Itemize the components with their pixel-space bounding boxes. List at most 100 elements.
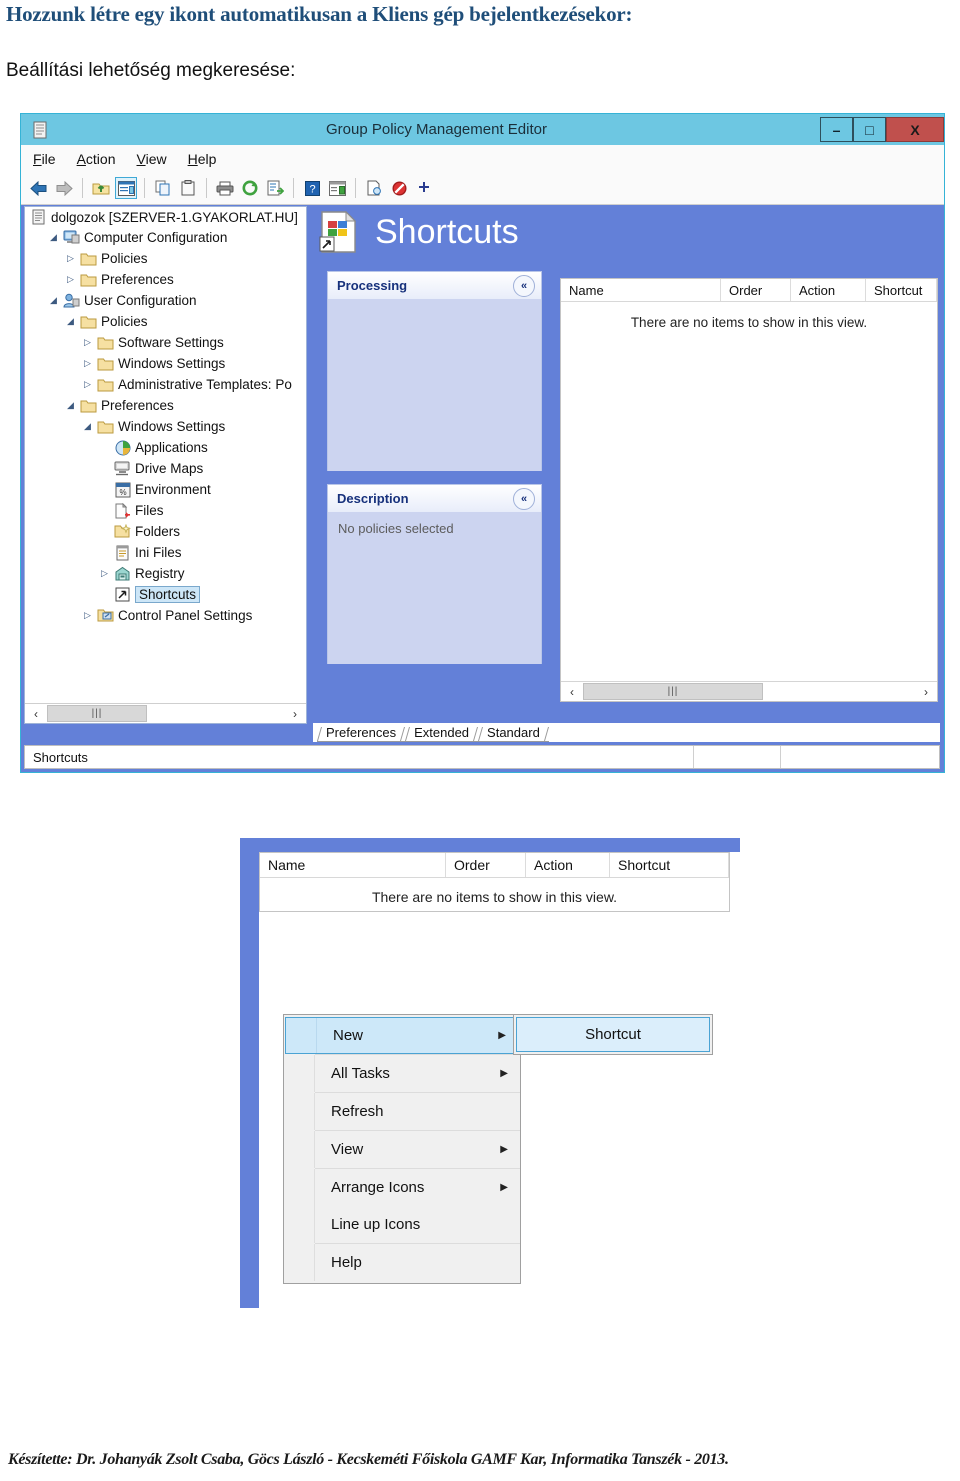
scroll-track[interactable]: ||| (47, 704, 284, 723)
tree-node-computer-configuration[interactable]: ◢ Computer Configuration (25, 227, 306, 248)
maximize-button[interactable]: □ (853, 117, 886, 142)
console-tree-pane[interactable]: dolgozok [SZERVER-1.GYAKORLAT.HU] ◢ Compu… (24, 206, 307, 724)
tree-node-drive-maps[interactable]: Drive Maps (25, 458, 306, 479)
copy-icon[interactable] (152, 177, 174, 199)
context-menu-item-line-up-icons[interactable]: Line up Icons (284, 1206, 520, 1243)
shortcuts-list-view[interactable]: Name Order Action Shortcut There are no … (560, 278, 938, 702)
tree-expander-icon[interactable]: ◢ (65, 400, 76, 411)
tree-node-label: Computer Configuration (84, 230, 228, 245)
tree-node-control-panel-settings[interactable]: ▷ Control Panel Settings (25, 605, 306, 626)
scroll-thumb[interactable]: ||| (583, 683, 763, 700)
tree-expander-icon[interactable]: ▷ (65, 274, 76, 285)
menu-help[interactable]: Help (188, 151, 217, 167)
submenu-item-shortcut[interactable]: Shortcut (516, 1017, 710, 1052)
tree-expander-icon[interactable]: ▷ (82, 610, 93, 621)
column-header-name[interactable]: Name (260, 853, 446, 877)
tree-root-node[interactable]: dolgozok [SZERVER-1.GYAKORLAT.HU] (25, 207, 306, 227)
add-icon[interactable] (413, 177, 435, 199)
list-horizontal-scrollbar[interactable]: ‹ ||| › (561, 681, 937, 701)
scroll-track[interactable]: ||| (583, 682, 915, 701)
tree-expander-icon[interactable]: ◢ (48, 295, 59, 306)
tree-expander-icon[interactable]: ▷ (99, 568, 110, 579)
menu-view[interactable]: View (137, 151, 167, 167)
scroll-left-arrow[interactable]: ‹ (561, 682, 583, 701)
context-menu-item-arrange-icons[interactable]: Arrange Icons ▶ (284, 1169, 520, 1206)
print-icon[interactable] (214, 177, 236, 199)
scroll-left-arrow[interactable]: ‹ (25, 704, 47, 723)
tree-node-label: Drive Maps (135, 461, 204, 476)
tree-node-ini-files[interactable]: Ini Files (25, 542, 306, 563)
tree-node-windows-settings[interactable]: ▷ Windows Settings (25, 353, 306, 374)
menu-action[interactable]: Action (77, 151, 116, 167)
tab-standard[interactable]: Standard (478, 725, 549, 742)
tree-node-registry[interactable]: ▷ Registry (25, 563, 306, 584)
status-text: Shortcuts (33, 749, 88, 765)
column-header-action[interactable]: Action (791, 279, 866, 301)
context-menu-item-help[interactable]: Help (284, 1244, 520, 1281)
tree-node-files[interactable]: Files (25, 500, 306, 521)
column-header-shortcut[interactable]: Shortcut (866, 279, 937, 301)
column-header-shortcut[interactable]: Shortcut (610, 853, 729, 877)
tree-horizontal-scrollbar[interactable]: ‹ ||| › (25, 703, 306, 723)
tree-node-shortcuts[interactable]: Shortcuts (25, 584, 306, 605)
tree-node-folders[interactable]: Folders (25, 521, 306, 542)
column-header-action[interactable]: Action (526, 853, 610, 877)
export-list-icon[interactable] (264, 177, 286, 199)
folder-icon (80, 272, 97, 288)
new-document-icon[interactable] (363, 177, 385, 199)
tree-node-applications[interactable]: Applications (25, 437, 306, 458)
user-icon (63, 293, 80, 309)
column-header-order[interactable]: Order (721, 279, 791, 301)
close-button[interactable]: X (886, 117, 944, 142)
svg-text:?: ? (309, 183, 315, 195)
tree-node-environment[interactable]: % Environment (25, 479, 306, 500)
chevron-up-icon[interactable]: « (513, 488, 535, 510)
tree-node-preferences[interactable]: ▷ Preferences (25, 269, 306, 290)
tree-node-preferences[interactable]: ◢ Preferences (25, 395, 306, 416)
tree-node-policies[interactable]: ◢ Policies (25, 311, 306, 332)
tree-root-label: dolgozok [SZERVER-1.GYAKORLAT.HU] (51, 209, 298, 225)
menu-file[interactable]: File (33, 151, 56, 167)
shortcuts-large-icon (319, 210, 361, 254)
tree-expander-icon[interactable]: ▷ (82, 337, 93, 348)
submenu-arrow-icon: ▶ (500, 1182, 508, 1193)
context-menu-item-label: Arrange Icons (331, 1179, 425, 1196)
minimize-button[interactable]: – (820, 117, 853, 142)
tree-expander-icon[interactable]: ◢ (82, 421, 93, 432)
context-menu-item-label: View (331, 1141, 364, 1158)
scroll-right-arrow[interactable]: › (915, 682, 937, 701)
forward-arrow-icon[interactable] (53, 177, 75, 199)
demo-list-view[interactable]: Name Order Action Shortcut There are no … (259, 852, 730, 912)
tree-node-software-settings[interactable]: ▷ Software Settings (25, 332, 306, 353)
help-icon[interactable]: ? (301, 177, 323, 199)
properties-icon[interactable] (115, 177, 137, 199)
tree-expander-icon[interactable]: ▷ (65, 253, 76, 264)
scroll-thumb[interactable]: ||| (47, 705, 147, 722)
tab-preferences[interactable]: Preferences (317, 725, 406, 742)
tree-expander-icon[interactable]: ▷ (82, 358, 93, 369)
tree-expander-icon[interactable]: ◢ (65, 316, 76, 327)
chevron-up-icon[interactable]: « (513, 275, 535, 297)
disable-icon[interactable] (388, 177, 410, 199)
column-header-name[interactable]: Name (561, 279, 721, 301)
context-menu-item-view[interactable]: View ▶ (284, 1131, 520, 1168)
tree-node-windows-settings[interactable]: ◢ Windows Settings (25, 416, 306, 437)
context-menu-item-refresh[interactable]: Refresh (284, 1093, 520, 1130)
tree-expander-icon[interactable]: ▷ (82, 379, 93, 390)
back-arrow-icon[interactable] (28, 177, 50, 199)
tree-node-user-configuration[interactable]: ◢ User Configuration (25, 290, 306, 311)
paste-icon[interactable] (177, 177, 199, 199)
context-menu-item-all-tasks[interactable]: All Tasks ▶ (284, 1055, 520, 1092)
scroll-right-arrow[interactable]: › (284, 704, 306, 723)
tree-node-policies[interactable]: ▷ Policies (25, 248, 306, 269)
up-folder-icon[interactable] (90, 177, 112, 199)
submenu-arrow-icon: ▶ (500, 1144, 508, 1155)
show-hide-console-tree-icon[interactable] (326, 177, 348, 199)
refresh-icon[interactable] (239, 177, 261, 199)
list-empty-message: There are no items to show in this view. (630, 315, 868, 330)
tree-expander-icon[interactable]: ◢ (48, 232, 59, 243)
context-menu-item-new[interactable]: New ▶ (285, 1017, 519, 1054)
column-header-order[interactable]: Order (446, 853, 526, 877)
tab-extended[interactable]: Extended (405, 725, 479, 742)
tree-node-administrative-templates-po[interactable]: ▷ Administrative Templates: Po (25, 374, 306, 395)
